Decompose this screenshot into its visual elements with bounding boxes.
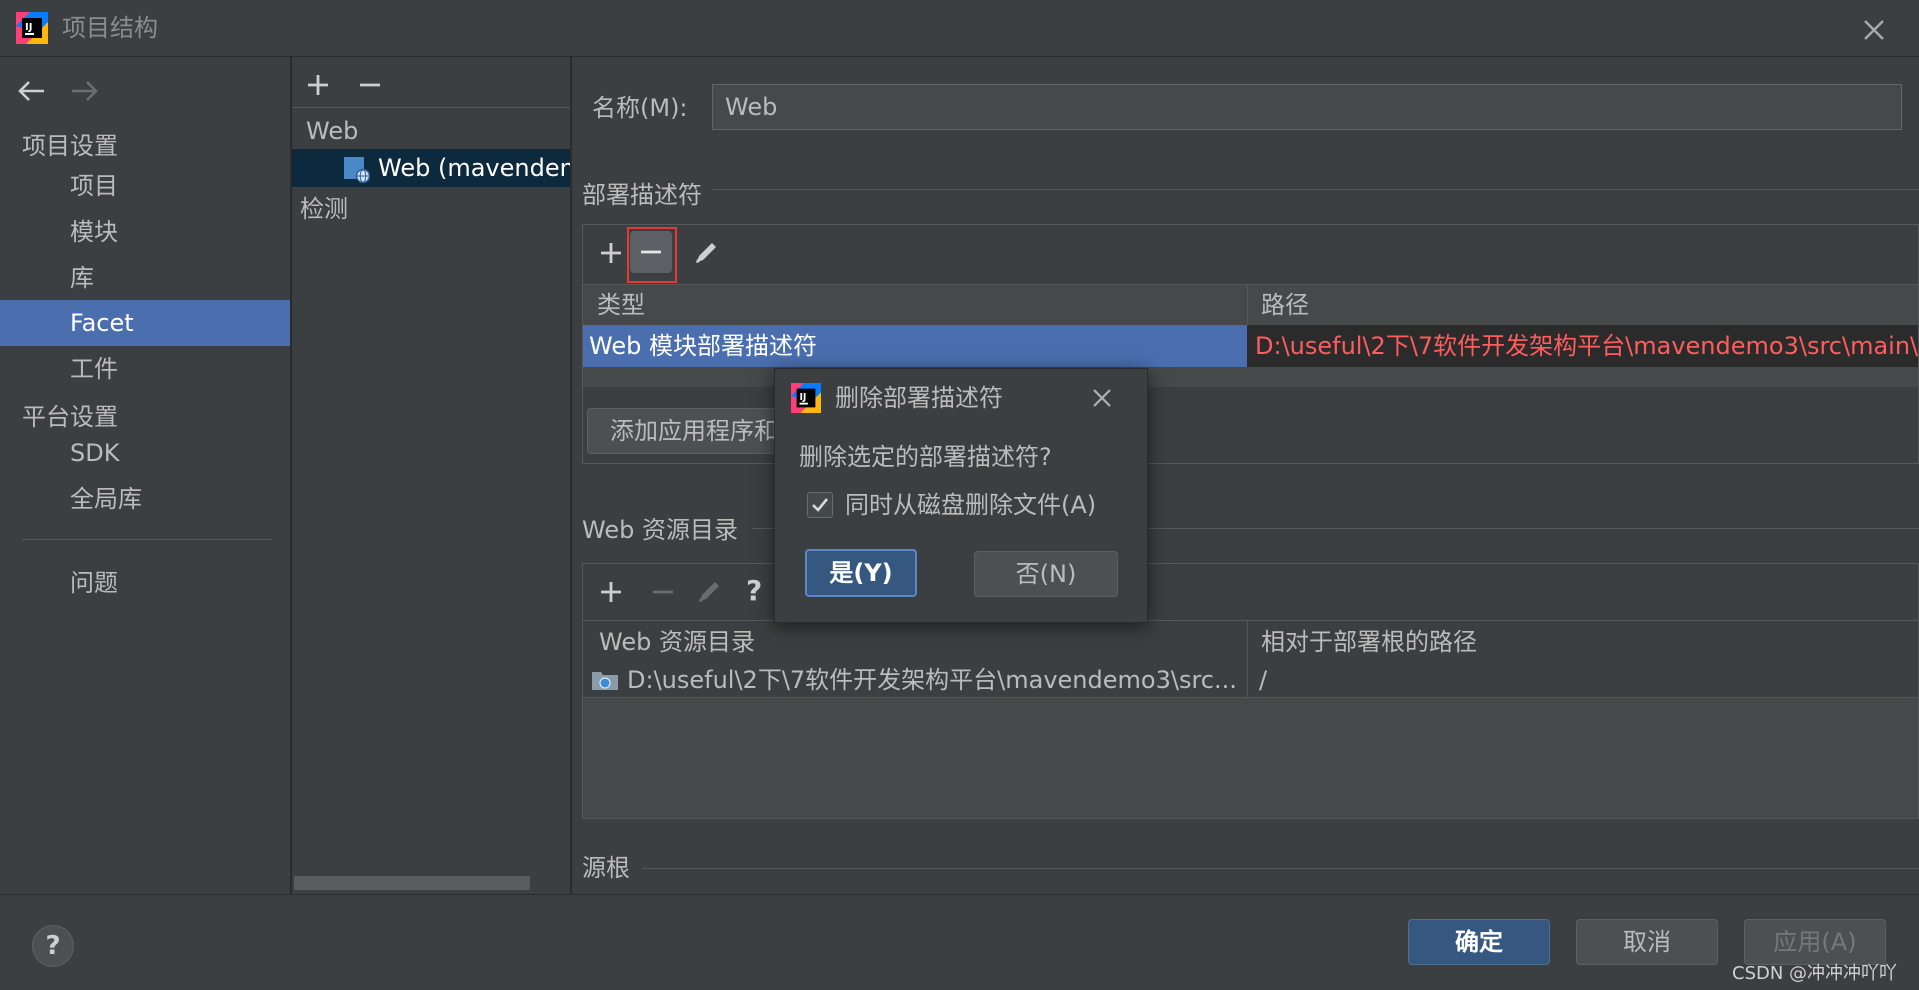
close-icon[interactable] (1856, 12, 1892, 48)
nav-heading-project-settings: 项目设置 (22, 132, 118, 160)
add-application-server-button[interactable]: 添加应用程序和 (587, 408, 787, 454)
nav-item-label: Facet (70, 309, 134, 337)
close-icon[interactable] (1087, 383, 1117, 413)
nav-item-label: 项目 (70, 172, 118, 200)
tree-item-web-facet[interactable]: Web (mavendem (292, 149, 570, 187)
button-label: 确定 (1455, 928, 1503, 956)
title-bar: IJ 项目结构 (0, 0, 1919, 57)
column-header-path: 路径 (1261, 291, 1309, 319)
remove-icon[interactable] (649, 578, 677, 606)
forward-arrow-icon[interactable] (68, 75, 100, 107)
descriptor-type: Web 模块部署描述符 (589, 332, 817, 360)
nav-item-label: 工件 (70, 355, 118, 383)
edit-pencil-icon[interactable] (692, 239, 720, 267)
edit-pencil-icon[interactable] (695, 578, 723, 606)
button-label: 否(N) (1015, 560, 1077, 588)
nav-item-libraries[interactable]: 库 (0, 255, 290, 301)
column-divider (1247, 621, 1248, 663)
section-divider (712, 189, 1919, 190)
column-header-web-resource-dir: Web 资源目录 (599, 628, 755, 656)
source-roots-title: 源根 (582, 854, 630, 882)
nav-item-project[interactable]: 项目 (0, 163, 290, 209)
nav-heading-platform-settings: 平台设置 (22, 403, 118, 431)
name-input[interactable]: Web (712, 84, 1902, 130)
column-divider (1247, 663, 1248, 697)
dialog-message: 删除选定的部署描述符? (799, 443, 1052, 471)
add-icon[interactable] (597, 239, 625, 267)
highlight-box (627, 227, 677, 283)
nav-item-label: 全局库 (70, 485, 142, 513)
cancel-button[interactable]: 取消 (1576, 919, 1718, 965)
horizontal-scrollbar[interactable] (294, 876, 530, 890)
column-header-relative-path: 相对于部署根的路径 (1261, 628, 1477, 656)
add-icon[interactable] (597, 578, 625, 606)
nav-item-problems[interactable]: 问题 (0, 560, 290, 606)
name-input-value: Web (725, 93, 778, 121)
web-resource-dir: D:\useful\2下\7软件开发架构平台\mavendemo3\src... (627, 666, 1237, 694)
window-title: 项目结构 (62, 14, 158, 42)
bottom-bar: ? 确定 取消 应用(A) CSDN @冲冲冲吖吖 (0, 894, 1919, 990)
nav-item-label: 问题 (70, 569, 118, 597)
svg-text:IJ: IJ (25, 22, 32, 33)
left-navigation: 项目设置 项目 模块 库 Facet 工件 平台设置 SDK 全局库 问题 (0, 57, 292, 894)
remove-icon[interactable] (356, 71, 384, 99)
nav-item-label: 模块 (70, 218, 118, 246)
column-divider (1247, 285, 1248, 325)
column-header-type: 类型 (597, 291, 645, 319)
table-row[interactable]: Web 模块部署描述符 D:\useful\2下\7软件开发架构平台\maven… (583, 325, 1918, 367)
tree-item-detection[interactable]: 检测 (300, 191, 348, 227)
nav-item-global-libraries[interactable]: 全局库 (0, 476, 290, 522)
name-label: 名称(M): (592, 94, 688, 122)
toolbar-divider (292, 107, 570, 108)
watermark: CSDN @冲冲冲吖吖 (1732, 963, 1898, 984)
dialog-title: 删除部署描述符 (835, 384, 1003, 412)
deployment-descriptors-title: 部署描述符 (582, 181, 702, 209)
relative-path: / (1259, 666, 1268, 694)
button-label: 是(Y) (829, 559, 893, 587)
nav-item-label: SDK (70, 439, 120, 467)
add-icon[interactable] (304, 71, 332, 99)
delete-files-checkbox[interactable] (807, 492, 833, 518)
ok-button[interactable]: 确定 (1408, 919, 1550, 965)
delete-descriptor-dialog: IJ 删除部署描述符 删除选定的部署描述符? 同时从磁盘删除文件(A) 是(Y)… (774, 368, 1148, 623)
nav-item-artifacts[interactable]: 工件 (0, 346, 290, 392)
no-button[interactable]: 否(N) (974, 551, 1118, 597)
yes-button[interactable]: 是(Y) (805, 549, 917, 597)
nav-item-modules[interactable]: 模块 (0, 209, 290, 255)
web-resources-title: Web 资源目录 (582, 516, 738, 544)
button-label: 取消 (1623, 928, 1671, 956)
help-button[interactable]: ? (32, 925, 74, 967)
button-label: 应用(A) (1773, 928, 1857, 956)
table-cell-type-selected: Web 模块部署描述符 (583, 325, 1247, 367)
table-header: 类型 路径 (583, 284, 1918, 326)
web-facet-icon (344, 157, 370, 183)
nav-item-sdk[interactable]: SDK (0, 430, 290, 476)
button-label: 添加应用程序和 (610, 417, 778, 445)
table-row[interactable]: D:\useful\2下\7软件开发架构平台\mavendemo3\src...… (583, 663, 1918, 698)
svg-text:IJ: IJ (799, 392, 806, 403)
tree-group-web[interactable]: Web (306, 113, 358, 149)
back-arrow-icon[interactable] (16, 75, 48, 107)
intellij-logo-icon: IJ (791, 383, 821, 413)
table-header: Web 资源目录 相对于部署根的路径 (583, 620, 1918, 664)
section-divider (642, 868, 1919, 869)
nav-item-label: 库 (70, 264, 94, 292)
tree-item-label: Web (mavendem (378, 154, 570, 182)
nav-item-facet[interactable]: Facet (0, 300, 290, 346)
web-folder-icon (592, 672, 618, 690)
nav-divider (22, 539, 272, 540)
delete-files-label[interactable]: 同时从磁盘删除文件(A) (845, 487, 1096, 523)
intellij-logo-icon: IJ (16, 12, 48, 44)
checkmark-icon (812, 498, 829, 512)
help-question-icon[interactable]: ? (746, 574, 762, 607)
descriptor-path: D:\useful\2下\7软件开发架构平台\mavendemo3\src\ma… (1255, 332, 1918, 360)
facet-tree-panel: Web Web (mavendem 检测 (292, 57, 572, 894)
